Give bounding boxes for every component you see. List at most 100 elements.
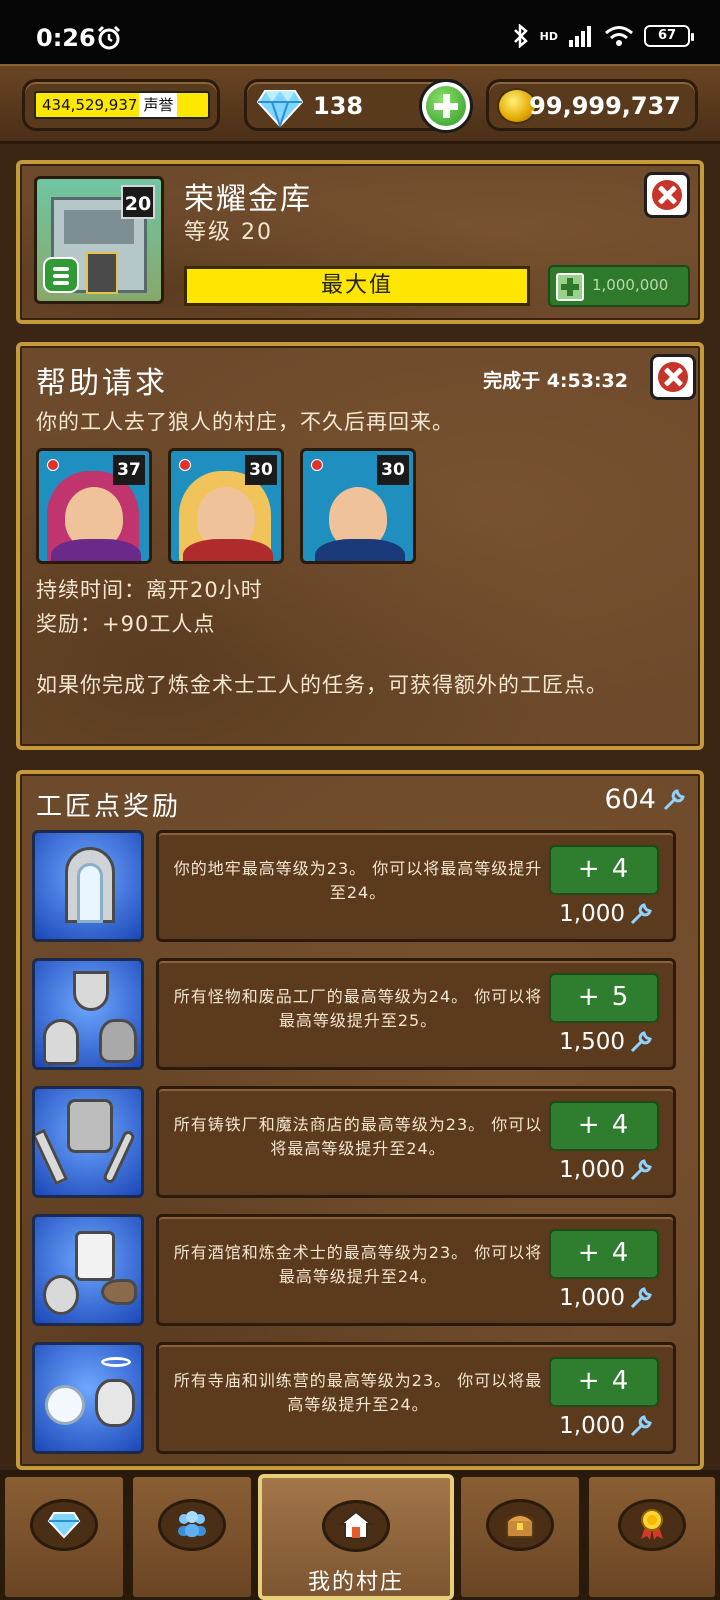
nav-my-village[interactable]: 我的村庄 bbox=[258, 1474, 454, 1600]
reward-cost-value: 1,000 bbox=[559, 901, 625, 927]
plus-icon bbox=[426, 86, 466, 126]
reward-description: 所有铸铁厂和魔法商店的最高等级为23。 你可以将最高等级提升至24。 bbox=[173, 1115, 543, 1158]
vault-upgrade-button[interactable]: 1,000,000 bbox=[548, 265, 690, 307]
reward-card: 所有怪物和废品工厂的最高等级为24。 你可以将最高等级提升至25。 + 5 1,… bbox=[156, 958, 676, 1070]
worker-portrait-officer[interactable]: 30 bbox=[300, 448, 416, 564]
list-icon[interactable] bbox=[43, 257, 79, 293]
reward-cost-value: 1,500 bbox=[559, 1029, 625, 1055]
network-type: HD bbox=[539, 29, 558, 43]
reward-description: 所有酒馆和炼金术士的最高等级为23。 你可以将最高等级提升至24。 bbox=[173, 1243, 543, 1286]
gem-counter[interactable]: 138 bbox=[244, 79, 473, 133]
bluetooth-icon bbox=[513, 24, 528, 48]
reward-card: 所有酒馆和炼金术士的最高等级为23。 你可以将最高等级提升至24。 + 4 1,… bbox=[156, 1214, 676, 1326]
reward-description: 所有寺庙和训练营的最高等级为23。 你可以将最高等级提升至24。 bbox=[173, 1371, 543, 1414]
craftsman-points-value: 604 bbox=[604, 784, 656, 815]
buy-gems-button[interactable] bbox=[419, 79, 473, 133]
vault-progress-bar: 最大值 bbox=[184, 266, 530, 306]
diamond-icon bbox=[257, 90, 303, 127]
close-icon bbox=[658, 362, 688, 392]
vault-level-badge: 20 bbox=[121, 185, 155, 219]
reward-row: 所有寺庙和训练营的最高等级为23。 你可以将最高等级提升至24。 + 4 1,0… bbox=[32, 1342, 676, 1454]
gold-count: 99,999,737 bbox=[529, 92, 681, 120]
home-icon bbox=[339, 1510, 373, 1539]
resource-bar: 434,529,937 声誉 138 99,999,737 bbox=[0, 64, 720, 144]
reward-row: 你的地牢最高等级为23。 你可以将最高等级提升至24。 + 4 1,000 bbox=[32, 830, 676, 942]
nav-chest[interactable] bbox=[458, 1474, 582, 1600]
reward-card: 所有铸铁厂和魔法商店的最高等级为23。 你可以将最高等级提升至24。 + 4 1… bbox=[156, 1086, 676, 1198]
help-description: 你的工人去了狼人的村庄，不久后再回来。 bbox=[36, 410, 454, 434]
reward-description: 所有怪物和废品工厂的最高等级为24。 你可以将最高等级提升至25。 bbox=[173, 987, 543, 1030]
craftsman-rewards-panel: 工匠点奖励 604 你的地牢最高等级为23。 你可以将最高等级提升至24。 + … bbox=[16, 770, 704, 1470]
reward-claim-button[interactable]: + 5 bbox=[549, 973, 659, 1023]
tavern-alchemist-icon bbox=[32, 1214, 144, 1326]
worker-level: 30 bbox=[245, 455, 277, 485]
close-help-button[interactable] bbox=[650, 354, 696, 400]
nav-friends[interactable] bbox=[130, 1474, 254, 1600]
worker-portrait-elf[interactable]: 37 bbox=[36, 448, 152, 564]
system-icons: HD 67 bbox=[512, 24, 694, 48]
dungeon-gate-icon bbox=[32, 830, 144, 942]
alert-dot-icon bbox=[47, 459, 59, 471]
worker-portrait-alchemist[interactable]: 30 bbox=[168, 448, 284, 564]
friends-icon bbox=[178, 1511, 206, 1537]
alert-dot-icon bbox=[311, 459, 323, 471]
reward-claim-button[interactable]: + 4 bbox=[549, 1101, 659, 1151]
monster-junk-icon bbox=[32, 958, 144, 1070]
reward-cost: 1,000 bbox=[559, 1157, 653, 1183]
wrench-icon bbox=[630, 1287, 652, 1309]
reputation-counter[interactable]: 434,529,937 声誉 bbox=[22, 79, 220, 131]
reputation-value: 434,529,937 bbox=[42, 96, 138, 114]
wrench-icon bbox=[630, 1031, 652, 1053]
wrench-icon bbox=[630, 1415, 652, 1437]
reward-card: 你的地牢最高等级为23。 你可以将最高等级提升至24。 + 4 1,000 bbox=[156, 830, 676, 942]
completion-timer: 完成于 4:53:32 bbox=[483, 370, 628, 392]
upgrade-plus-icon bbox=[556, 273, 584, 301]
upgrade-cost: 1,000,000 bbox=[592, 276, 669, 294]
reward-claim-button[interactable]: + 4 bbox=[549, 1229, 659, 1279]
reward-claim-button[interactable]: + 4 bbox=[549, 1357, 659, 1407]
reward-cost: 1,000 bbox=[559, 901, 653, 927]
reward-row: 所有怪物和废品工厂的最高等级为24。 你可以将最高等级提升至25。 + 5 1,… bbox=[32, 958, 676, 1070]
close-icon bbox=[652, 180, 682, 210]
help-request-panel: 帮助请求 完成于 4:53:32 你的工人去了狼人的村庄，不久后再回来。 37 … bbox=[16, 342, 704, 750]
gold-counter[interactable]: 99,999,737 bbox=[486, 79, 698, 131]
reward-row: 所有铸铁厂和魔法商店的最高等级为23。 你可以将最高等级提升至24。 + 4 1… bbox=[32, 1086, 676, 1198]
wrench-icon bbox=[630, 1159, 652, 1181]
worker-body bbox=[51, 539, 141, 561]
reward-cost: 1,000 bbox=[559, 1285, 653, 1311]
bottom-nav: 我的村庄 bbox=[0, 1470, 720, 1600]
temple-training-icon bbox=[32, 1342, 144, 1454]
reward-cost-value: 1,000 bbox=[559, 1285, 625, 1311]
vault-level: 等级 20 bbox=[184, 220, 273, 245]
help-extra-note: 如果你完成了炼金术士工人的任务，可获得额外的工匠点。 bbox=[36, 673, 608, 697]
worker-body bbox=[183, 539, 273, 561]
forge-magic-icon bbox=[32, 1086, 144, 1198]
clock: 0:26 bbox=[36, 24, 96, 52]
worker-level: 30 bbox=[377, 455, 409, 485]
craftsman-points: 604 bbox=[604, 784, 686, 815]
close-vault-button[interactable] bbox=[644, 172, 690, 218]
help-request-title: 帮助请求 bbox=[36, 366, 168, 401]
reputation-field: 434,529,937 声誉 bbox=[34, 91, 210, 119]
nav-achievements[interactable] bbox=[586, 1474, 718, 1600]
vault-panel: 20 荣耀金库 等级 20 最大值 1,000,000 bbox=[16, 160, 704, 324]
reward-cost-value: 1,000 bbox=[559, 1413, 625, 1439]
alarm-icon bbox=[97, 25, 121, 50]
reward-description: 你的地牢最高等级为23。 你可以将最高等级提升至24。 bbox=[173, 859, 543, 902]
medal-icon bbox=[641, 1509, 663, 1540]
gem-count: 138 bbox=[313, 92, 364, 120]
craftsman-title: 工匠点奖励 bbox=[36, 792, 182, 822]
reward-cost: 1,000 bbox=[559, 1413, 653, 1439]
reward-cost: 1,500 bbox=[559, 1029, 653, 1055]
help-duration: 持续时间：离开20小时 bbox=[36, 578, 263, 602]
reward-claim-button[interactable]: + 4 bbox=[549, 845, 659, 895]
nav-active-label: 我的村庄 bbox=[307, 1570, 404, 1595]
wrench-icon bbox=[663, 788, 685, 810]
vault-thumbnail[interactable]: 20 bbox=[34, 176, 164, 304]
reputation-suffix: 声誉 bbox=[139, 93, 178, 117]
signal-icon bbox=[569, 26, 591, 47]
nav-gem-shop[interactable] bbox=[2, 1474, 126, 1600]
vault-title: 荣耀金库 bbox=[184, 182, 312, 217]
battery-indicator: 67 bbox=[644, 25, 694, 47]
wrench-icon bbox=[630, 903, 652, 925]
